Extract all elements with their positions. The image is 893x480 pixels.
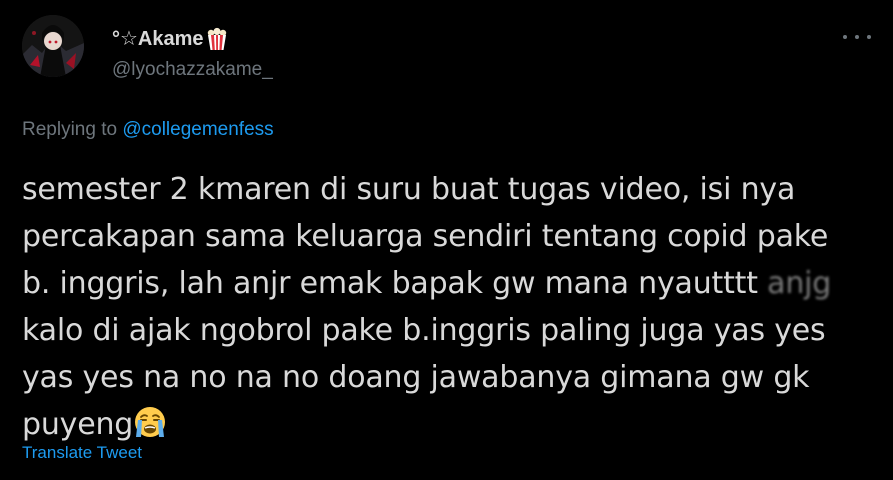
tweet-line: semester 2 kmaren di suru buat tugas vid…: [22, 172, 796, 207]
popcorn-icon: [206, 27, 228, 51]
more-options-icon[interactable]: [843, 27, 871, 47]
tweet-line: kalo di ajak ngobrol pake b.inggris pali…: [22, 313, 826, 348]
replying-prefix: Replying to: [22, 119, 118, 140]
more-dot: [867, 35, 871, 39]
tweet-line-text: b. inggris, lah anjr emak bapak gw mana …: [22, 266, 758, 301]
user-handle[interactable]: @lyochazzakame_: [112, 58, 273, 82]
mention-link[interactable]: @collegemenfess: [122, 119, 273, 140]
avatar[interactable]: [22, 15, 84, 77]
more-dot: [843, 35, 847, 39]
tweet-line-text: puyeng: [22, 407, 134, 442]
replying-to: Replying to @collegemenfess: [22, 118, 274, 142]
more-dot: [855, 35, 859, 39]
blurred-word: anjg: [767, 266, 832, 301]
tweet-line: puyeng: [22, 401, 872, 448]
display-name-text: °☆Akame: [112, 28, 204, 50]
tweet-line: percakapan sama keluarga sendiri tentang…: [22, 219, 829, 254]
tweet-line: yas yes na no na no doang jawabanya gima…: [22, 360, 810, 395]
tweet-card: °☆Akame @lyochazzakame_ Replying to @col…: [0, 0, 893, 480]
tweet-line: b. inggris, lah anjr emak bapak gw mana …: [22, 260, 872, 307]
display-name[interactable]: °☆Akame: [112, 27, 228, 51]
translate-tweet-link[interactable]: Translate Tweet: [22, 442, 142, 464]
crying-face-icon: [133, 405, 167, 439]
tweet-text: semester 2 kmaren di suru buat tugas vid…: [22, 166, 872, 448]
